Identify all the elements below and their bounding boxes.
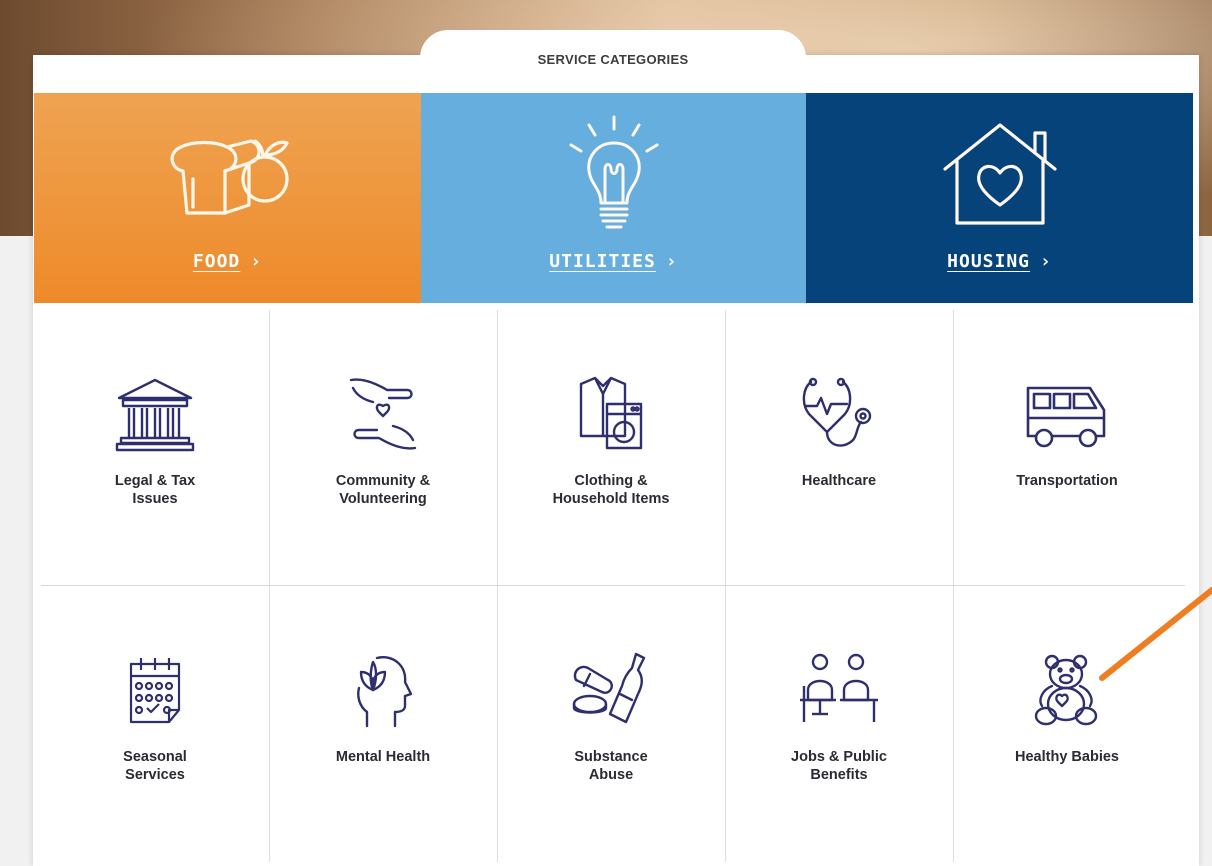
category-clothing-household[interactable]: Clothing & Household Items (497, 310, 725, 586)
category-grid: Legal & Tax Issues Community & Volunteerin… (41, 310, 1185, 862)
category-label: Community & Volunteering (335, 473, 431, 507)
category-seasonal-services[interactable]: Seasonal Services (41, 586, 269, 862)
category-housing-tile[interactable]: HOUSING › (806, 93, 1193, 303)
category-food-tile[interactable]: FOOD › (34, 93, 421, 303)
chevron-right-icon: › (1040, 251, 1052, 272)
category-label: Seasonal Services (123, 749, 187, 783)
category-label: Clothing & Household Items (552, 473, 670, 507)
category-label: Substance Abuse (574, 749, 648, 783)
category-food-label[interactable]: FOOD › (34, 251, 421, 272)
category-label: Jobs & Public Benefits (791, 749, 887, 783)
house-heart-icon (942, 123, 1057, 225)
chevron-right-icon: › (665, 251, 678, 272)
category-label: Legal & Tax Issues (114, 473, 196, 507)
category-healthy-babies[interactable]: Healthy Babies (953, 586, 1181, 862)
category-utilities-label[interactable]: UTILITIES › (421, 251, 806, 272)
category-legal-tax[interactable]: Legal & Tax Issues (41, 310, 269, 586)
category-housing-label[interactable]: HOUSING › (806, 251, 1193, 272)
category-transportation[interactable]: Transportation (953, 310, 1181, 586)
category-community-volunteering[interactable]: Community & Volunteering (269, 310, 497, 586)
interview-icon (800, 653, 878, 722)
panel-title: SERVICE CATEGORIES (537, 52, 689, 67)
category-label: Mental Health (335, 749, 431, 765)
courthouse-icon (115, 378, 195, 452)
head-lotus-icon (357, 656, 413, 728)
food-label-text: FOOD (192, 251, 241, 272)
category-label: Healthy Babies (1015, 749, 1119, 765)
category-label: Transportation (1016, 473, 1118, 489)
category-substance-abuse[interactable]: Substance Abuse (497, 586, 725, 862)
category-label: Healthcare (801, 473, 877, 489)
category-healthcare[interactable]: Healthcare (725, 310, 953, 586)
stethoscope-icon (802, 377, 872, 447)
utilities-label-text: UTILITIES (549, 251, 656, 272)
category-mental-health[interactable]: Mental Health (269, 586, 497, 862)
bus-icon (1026, 386, 1106, 448)
lightbulb-icon (569, 115, 658, 229)
bread-apple-icon (170, 139, 289, 215)
calendar-icon (129, 658, 181, 724)
category-utilities-tile[interactable]: UTILITIES › (421, 93, 806, 303)
teddy-bear-icon (1034, 654, 1098, 726)
housing-label-text: HOUSING (947, 251, 1030, 272)
featured-categories: FOOD › UTILITIES › HOUSING › (34, 93, 1193, 303)
clothing-washer-icon (579, 376, 643, 450)
category-jobs-public-benefits[interactable]: Jobs & Public Benefits (725, 586, 953, 862)
hands-heart-icon (349, 378, 417, 450)
pills-bottle-icon (572, 652, 646, 724)
chevron-right-icon: › (250, 251, 263, 272)
